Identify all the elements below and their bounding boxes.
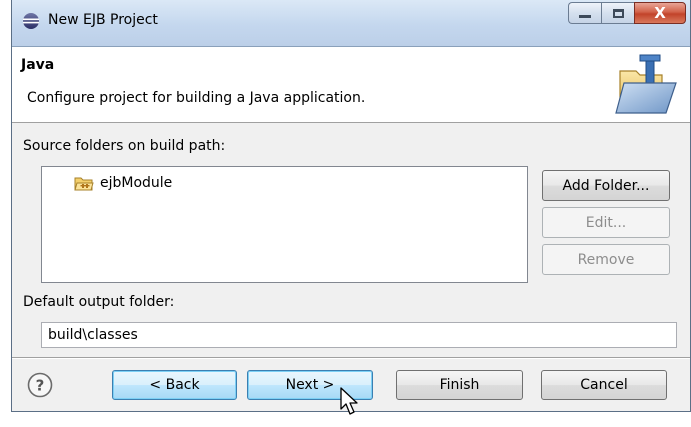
add-folder-button[interactable]: Add Folder...	[542, 170, 670, 201]
remove-button[interactable]: Remove	[542, 244, 670, 275]
window-controls: X	[568, 2, 686, 24]
page-title: Java	[21, 57, 55, 73]
help-icon[interactable]: ?	[27, 372, 53, 398]
back-button[interactable]: < Back	[112, 370, 237, 400]
list-item[interactable]: ejbModule	[74, 175, 172, 191]
minimize-icon	[579, 15, 591, 18]
java-folder-graphic-icon	[615, 54, 677, 114]
source-folders-list[interactable]: ejbModule	[41, 166, 528, 283]
svg-text:?: ?	[36, 377, 45, 395]
maximize-icon	[612, 8, 624, 18]
next-button[interactable]: Next >	[247, 370, 373, 400]
close-icon: X	[654, 4, 666, 22]
output-folder-label: Default output folder:	[23, 294, 175, 310]
list-item-label: ejbModule	[100, 175, 173, 191]
source-folders-label: Source folders on build path:	[23, 138, 226, 154]
new-ejb-project-dialog: New EJB Project X Java Configure project…	[11, 0, 691, 412]
page-description: Configure project for building a Java ap…	[27, 90, 366, 106]
eclipse-icon	[23, 13, 39, 29]
output-folder-field[interactable]	[41, 322, 677, 348]
title-bar[interactable]: New EJB Project X	[12, 0, 690, 47]
cancel-button[interactable]: Cancel	[541, 370, 667, 400]
edit-button[interactable]: Edit...	[542, 207, 670, 238]
footer-separator	[12, 357, 690, 359]
page: New EJB Project X Java Configure project…	[0, 0, 691, 427]
close-button[interactable]: X	[634, 2, 686, 24]
maximize-button[interactable]	[601, 2, 634, 24]
window-title: New EJB Project	[48, 12, 158, 28]
finish-button[interactable]: Finish	[396, 370, 523, 400]
wizard-header: Java Configure project for building a Ja…	[12, 47, 690, 123]
minimize-button[interactable]	[568, 2, 601, 24]
package-folder-icon	[74, 177, 94, 191]
